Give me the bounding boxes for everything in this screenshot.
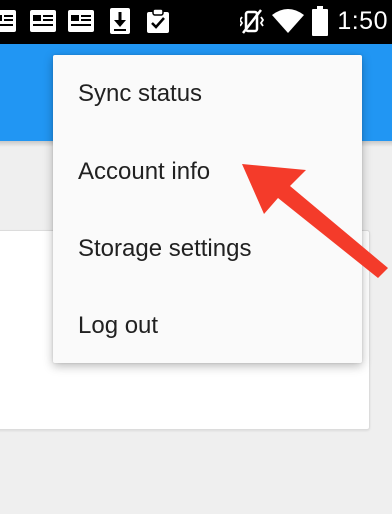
clock: 1:50 (337, 7, 388, 35)
vibrate-off-icon (240, 9, 264, 34)
clipboard-check-icon (147, 8, 169, 33)
news-icon (68, 10, 94, 32)
menu-item-sync-status[interactable]: Sync status (53, 55, 362, 133)
battery-icon (312, 6, 328, 36)
arrow-icon (242, 164, 388, 278)
download-icon (110, 8, 130, 34)
menu-item-log-out[interactable]: Log out (53, 287, 362, 364)
wifi-icon (272, 9, 304, 33)
news-icon (30, 10, 56, 32)
news-icon (0, 10, 16, 32)
status-bar: 1:50 (0, 0, 392, 44)
